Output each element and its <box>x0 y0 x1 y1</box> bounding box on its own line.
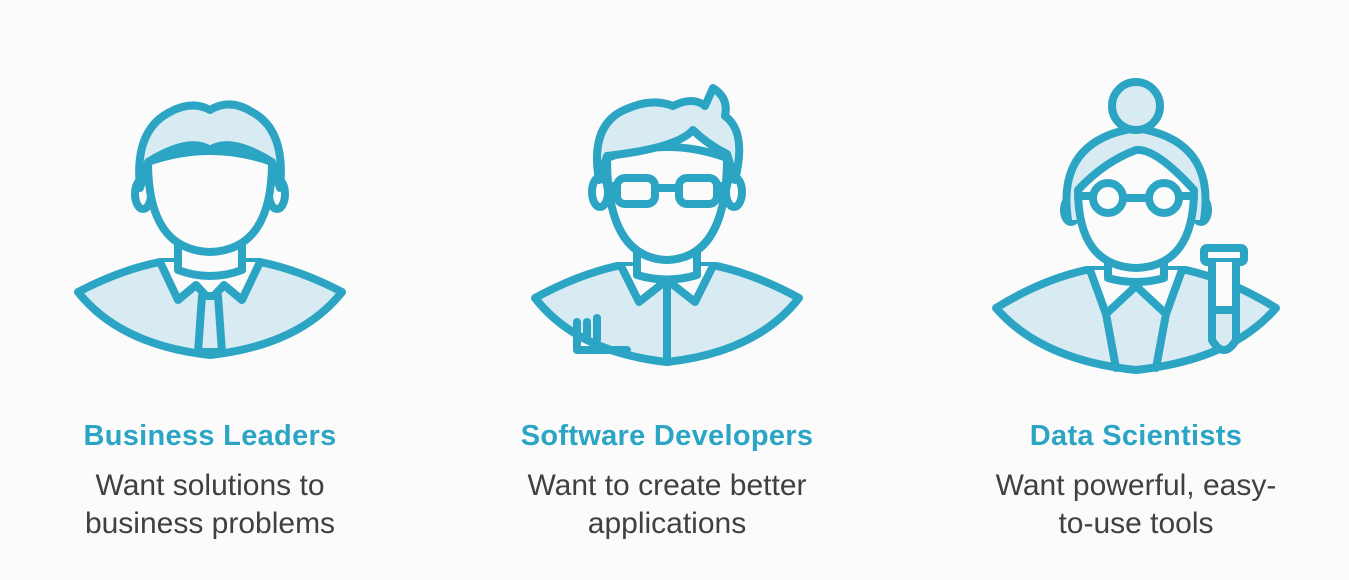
role-title: Business Leaders <box>83 420 337 452</box>
role-description: Want solutions to business problems <box>0 467 420 543</box>
role-title: Software Developers <box>520 420 814 452</box>
persona-card-software-developers: Software Developers Want to create bette… <box>457 0 877 580</box>
role-title: Data Scientists <box>1029 420 1243 452</box>
role-description: Want to create better applications <box>457 467 877 543</box>
persona-card-business-leaders: Business Leaders Want solutions to busin… <box>0 0 420 580</box>
role-description-line: to-use tools <box>1058 507 1214 540</box>
data-scientist-icon <box>986 70 1286 380</box>
software-developer-icon <box>517 70 817 380</box>
role-description-line: Want powerful, easy- <box>995 469 1277 502</box>
role-description-line: Want to create better <box>527 469 807 502</box>
role-description: Want powerful, easy- to-use tools <box>926 467 1346 543</box>
role-description-line: applications <box>587 507 747 540</box>
business-leader-icon <box>60 70 360 380</box>
role-description-line: Want solutions to <box>95 469 325 502</box>
persona-card-data-scientists: Data Scientists Want powerful, easy- to-… <box>926 0 1346 580</box>
role-description-line: business problems <box>84 507 336 540</box>
